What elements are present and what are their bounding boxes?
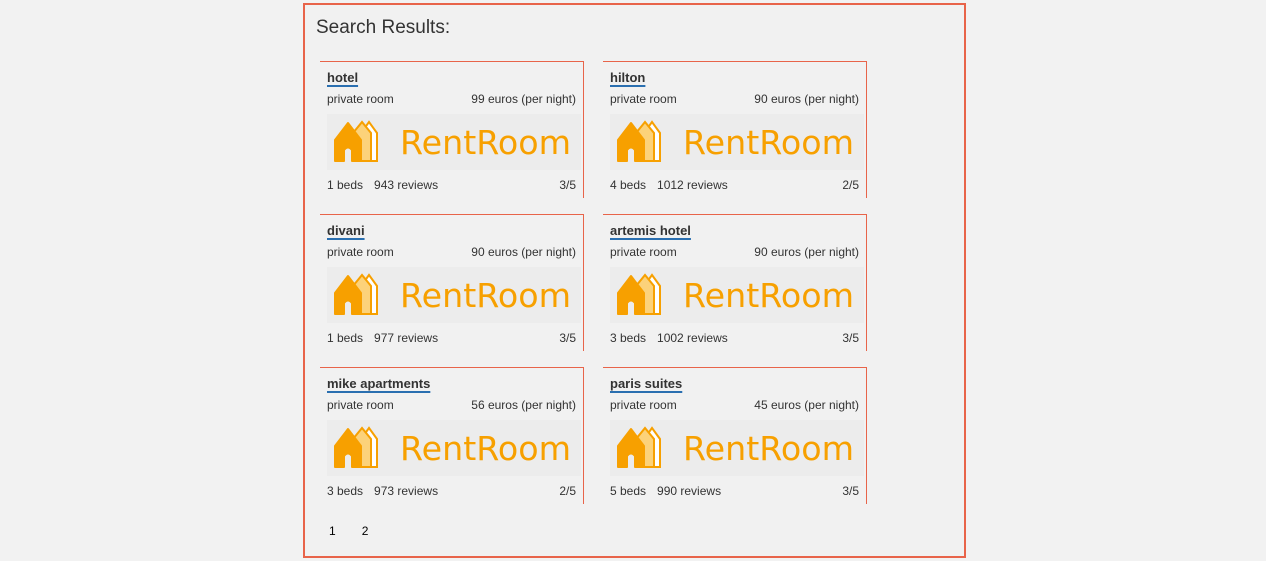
listing-card: divani private room 90 euros (per night)… [320,214,584,351]
room-type: private room [610,398,677,412]
beds: 5 beds [610,484,647,498]
beds: 1 beds [327,178,364,192]
listing-card: artemis hotel private room 90 euros (per… [603,214,867,351]
house-icon [334,120,378,162]
rentroom-logo: RentRoom [327,267,581,323]
price: 45 euros (per night) [754,398,859,412]
rating: 2/5 [842,178,859,192]
house-icon [617,426,661,468]
search-results-panel: Search Results: hotel private room 99 eu… [303,3,966,558]
listing-meta: private room 45 euros (per night) [610,398,859,412]
listing-card: mike apartments private room 56 euros (p… [320,367,584,504]
house-icon [334,273,378,315]
rating: 3/5 [842,331,859,345]
listing-meta: private room 56 euros (per night) [327,398,576,412]
listing-meta: private room 90 euros (per night) [610,245,859,259]
house-icon [617,120,661,162]
listing-footer: 5 beds 990 reviews 3/5 [610,484,859,498]
reviews: 973 reviews [374,484,439,498]
brand-wordmark: RentRoom [400,429,571,468]
listing-card: hotel private room 99 euros (per night) … [320,61,584,198]
price: 56 euros (per night) [471,398,576,412]
rentroom-logo: RentRoom [327,114,581,170]
listing-card: paris suites private room 45 euros (per … [603,367,867,504]
brand-wordmark: RentRoom [400,276,571,315]
listing-meta: private room 99 euros (per night) [327,92,576,106]
room-type: private room [327,398,394,412]
listing-footer: 3 beds 973 reviews 2/5 [327,484,576,498]
listing-name-link[interactable]: paris suites [610,376,682,391]
page-link-2[interactable]: 2 [362,524,369,538]
rentroom-logo-graphic: RentRoom [334,273,571,315]
brand-wordmark: RentRoom [683,429,854,468]
rentroom-logo-graphic: RentRoom [617,120,854,162]
price: 99 euros (per night) [471,92,576,106]
page-link-1[interactable]: 1 [329,524,336,538]
brand-wordmark: RentRoom [683,276,854,315]
listing-name-link[interactable]: divani [327,223,365,238]
pagination: 12 [329,524,394,538]
price: 90 euros (per night) [471,245,576,259]
rentroom-logo: RentRoom [610,114,864,170]
house-icon [617,273,661,315]
beds: 3 beds [327,484,364,498]
listing-meta: private room 90 euros (per night) [610,92,859,106]
listing-name-link[interactable]: hotel [327,70,358,85]
reviews: 977 reviews [374,331,439,345]
room-type: private room [327,92,394,106]
reviews: 943 reviews [374,178,439,192]
rating: 2/5 [559,484,576,498]
listing-name-link[interactable]: artemis hotel [610,223,691,238]
rating: 3/5 [559,178,576,192]
rentroom-logo: RentRoom [610,420,864,476]
beds: 1 beds [327,331,364,345]
rentroom-logo: RentRoom [610,267,864,323]
brand-wordmark: RentRoom [683,123,854,162]
rentroom-logo-graphic: RentRoom [617,426,854,468]
page-title: Search Results: [316,17,451,38]
rentroom-logo-graphic: RentRoom [334,120,571,162]
price: 90 euros (per night) [754,92,859,106]
brand-wordmark: RentRoom [400,123,571,162]
reviews: 1002 reviews [657,331,728,345]
price: 90 euros (per night) [754,245,859,259]
rating: 3/5 [842,484,859,498]
room-type: private room [610,92,677,106]
beds: 4 beds [610,178,647,192]
listing-name-link[interactable]: hilton [610,70,645,85]
listing-name-link[interactable]: mike apartments [327,376,430,391]
listing-footer: 1 beds 977 reviews 3/5 [327,331,576,345]
listing-footer: 3 beds 1002 reviews 3/5 [610,331,859,345]
rentroom-logo-graphic: RentRoom [334,426,571,468]
rating: 3/5 [559,331,576,345]
listing-card: hilton private room 90 euros (per night)… [603,61,867,198]
room-type: private room [610,245,677,259]
reviews: 1012 reviews [657,178,728,192]
rentroom-logo-graphic: RentRoom [617,273,854,315]
room-type: private room [327,245,394,259]
listing-meta: private room 90 euros (per night) [327,245,576,259]
rentroom-logo: RentRoom [327,420,581,476]
beds: 3 beds [610,331,647,345]
listing-footer: 1 beds 943 reviews 3/5 [327,178,576,192]
reviews: 990 reviews [657,484,722,498]
house-icon [334,426,378,468]
listing-footer: 4 beds 1012 reviews 2/5 [610,178,859,192]
